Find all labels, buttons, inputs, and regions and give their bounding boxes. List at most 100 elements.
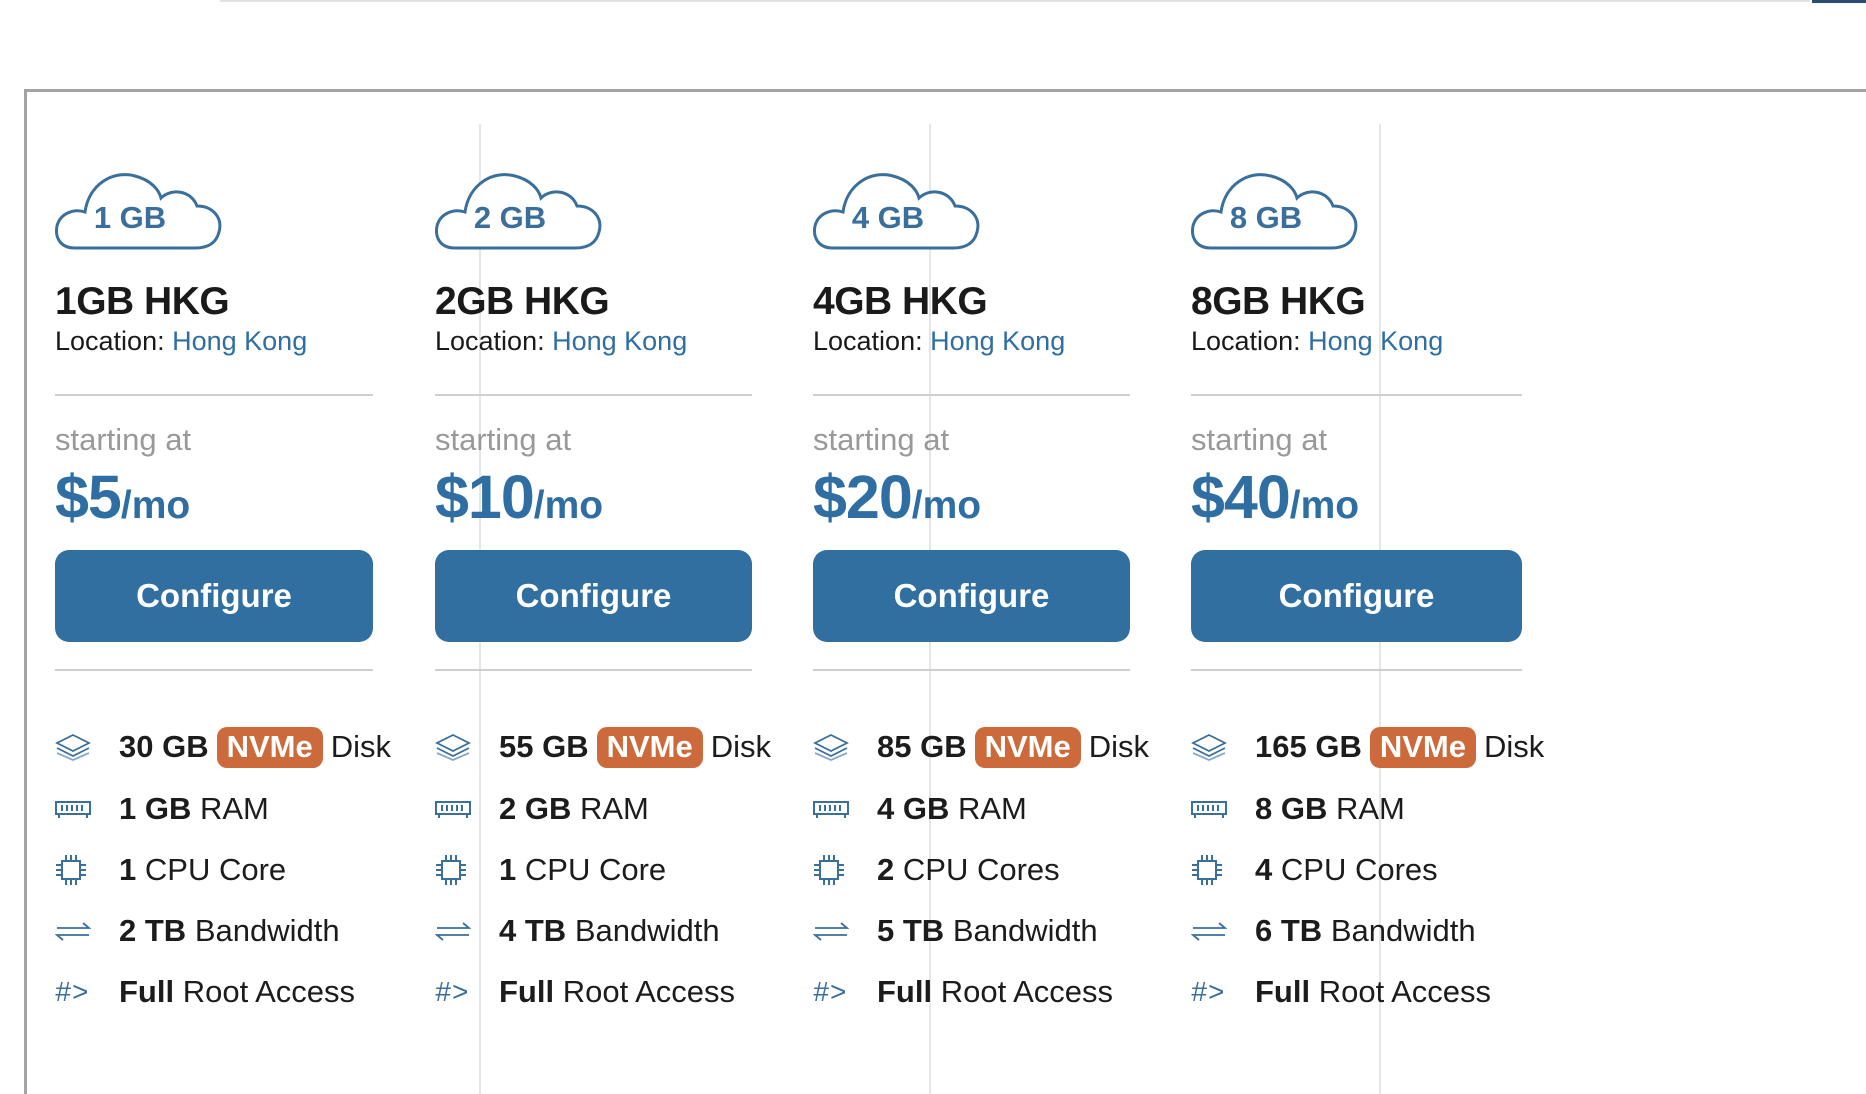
feature-bandwidth: 2 TB Bandwidth <box>55 913 340 949</box>
terminal-prompt-icon: #> <box>813 976 847 1007</box>
divider <box>55 394 373 396</box>
layers-icon <box>55 732 95 762</box>
feature-root-access: #> Full Root Access <box>55 974 355 1010</box>
layers-icon <box>813 732 853 762</box>
divider <box>435 394 752 396</box>
bandwidth-value: 2 TB <box>119 913 187 948</box>
root-label: Root Access <box>1318 974 1492 1009</box>
transfer-arrows-icon <box>435 916 475 946</box>
divider <box>813 669 1130 671</box>
plan-badge-label: 4 GB <box>851 200 925 235</box>
root-value: Full <box>1255 974 1311 1009</box>
plan-location: Location: Hong Kong <box>435 326 687 357</box>
price-period: /mo <box>533 484 604 527</box>
ram-value: 4 GB <box>877 791 950 826</box>
cloud-badge: 1 GB <box>55 164 223 254</box>
feature-ram: 1 GB RAM <box>55 791 269 827</box>
price-amount: $10 <box>435 463 535 531</box>
configure-button[interactable]: Configure <box>55 550 373 642</box>
ram-value: 8 GB <box>1255 791 1328 826</box>
feature-bandwidth: 4 TB Bandwidth <box>435 913 720 949</box>
feature-root-access: #> Full Root Access <box>435 974 735 1010</box>
layers-icon <box>435 732 475 762</box>
disk-size: 85 GB <box>877 729 967 765</box>
ram-label: RAM <box>957 791 1027 826</box>
ram-label: RAM <box>1335 791 1405 826</box>
ram-label: RAM <box>199 791 269 826</box>
ram-icon <box>813 794 853 824</box>
disk-label: Disk <box>1483 729 1545 765</box>
feature-bandwidth: 5 TB Bandwidth <box>813 913 1098 949</box>
divider <box>55 669 373 671</box>
price: $10/mo <box>435 462 603 532</box>
nvme-badge: NVMe <box>216 727 323 768</box>
cpu-icon <box>1191 855 1231 885</box>
feature-cpu: 4 CPU Cores <box>1191 852 1438 888</box>
configure-button[interactable]: Configure <box>813 550 1130 642</box>
top-divider <box>220 0 1810 2</box>
cpu-icon <box>55 855 95 885</box>
plan-name: 8GB HKG <box>1191 280 1366 323</box>
ram-label: RAM <box>579 791 649 826</box>
ram-value: 2 GB <box>499 791 572 826</box>
plan-location: Location: Hong Kong <box>813 326 1065 357</box>
disk-label: Disk <box>330 729 392 765</box>
terminal-prompt-icon: #> <box>1191 976 1225 1007</box>
plan-name: 4GB HKG <box>813 280 988 323</box>
location-value: Hong Kong <box>552 326 688 356</box>
location-label: Location: <box>1191 326 1301 356</box>
price-amount: $20 <box>813 463 913 531</box>
feature-disk: 85 GB NVMe Disk <box>813 727 1149 768</box>
cpu-icon <box>435 855 475 885</box>
bandwidth-label: Bandwidth <box>1330 913 1476 948</box>
starting-at-label: starting at <box>55 422 192 457</box>
transfer-arrows-icon <box>55 916 95 946</box>
configure-button[interactable]: Configure <box>1191 550 1522 642</box>
transfer-arrows-icon <box>813 916 853 946</box>
cpu-value: 4 <box>1255 852 1273 887</box>
root-label: Root Access <box>182 974 356 1009</box>
disk-size: 165 GB <box>1255 729 1362 765</box>
feature-disk: 165 GB NVMe Disk <box>1191 727 1544 768</box>
divider <box>1191 394 1522 396</box>
feature-cpu: 2 CPU Cores <box>813 852 1060 888</box>
divider <box>813 394 1130 396</box>
bandwidth-label: Bandwidth <box>952 913 1098 948</box>
nvme-badge: NVMe <box>1369 727 1476 768</box>
price-period: /mo <box>1289 484 1360 527</box>
disk-label: Disk <box>1088 729 1150 765</box>
cpu-label: CPU Core <box>144 852 287 887</box>
price: $40/mo <box>1191 462 1359 532</box>
root-value: Full <box>119 974 175 1009</box>
terminal-prompt-icon: #> <box>435 976 469 1007</box>
ram-icon <box>55 794 95 824</box>
starting-at-label: starting at <box>1191 422 1328 457</box>
layers-icon <box>1191 732 1231 762</box>
configure-button[interactable]: Configure <box>435 550 752 642</box>
bandwidth-value: 4 TB <box>499 913 567 948</box>
plan-badge-label: 2 GB <box>473 200 547 235</box>
plan-card: 4 GB 4GB HKG Location: Hong Kong startin… <box>813 124 1149 1094</box>
location-value: Hong Kong <box>1308 326 1444 356</box>
cloud-badge: 4 GB <box>813 164 981 254</box>
location-value: Hong Kong <box>172 326 308 356</box>
root-value: Full <box>499 974 555 1009</box>
bandwidth-value: 6 TB <box>1255 913 1323 948</box>
root-label: Root Access <box>940 974 1114 1009</box>
cpu-label: CPU Cores <box>1280 852 1438 887</box>
root-label: Root Access <box>562 974 736 1009</box>
plan-location: Location: Hong Kong <box>55 326 307 357</box>
nvme-badge: NVMe <box>596 727 703 768</box>
ram-icon <box>435 794 475 824</box>
price-amount: $40 <box>1191 463 1291 531</box>
transfer-arrows-icon <box>1191 916 1231 946</box>
disk-label: Disk <box>710 729 772 765</box>
plan-badge-label: 8 GB <box>1229 200 1303 235</box>
starting-at-label: starting at <box>813 422 950 457</box>
feature-disk: 30 GB NVMe Disk <box>55 727 391 768</box>
cloud-badge: 2 GB <box>435 164 603 254</box>
price-amount: $5 <box>55 463 122 531</box>
feature-root-access: #> Full Root Access <box>1191 974 1491 1010</box>
disk-size: 30 GB <box>119 729 209 765</box>
plan-card: 2 GB 2GB HKG Location: Hong Kong startin… <box>435 124 771 1094</box>
